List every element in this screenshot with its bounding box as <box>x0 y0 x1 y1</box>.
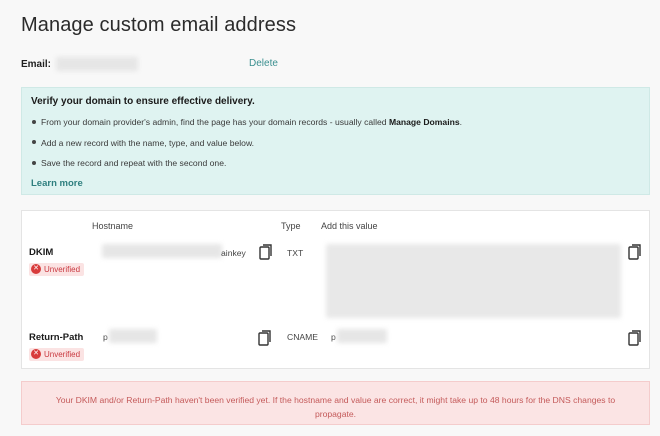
hostname-redacted <box>102 244 222 258</box>
status-badge: ✕ Unverified <box>29 263 85 276</box>
value-prefix: p <box>331 332 336 342</box>
step-1-text: From your domain provider's admin, find … <box>41 117 389 127</box>
bullet-icon <box>32 160 36 165</box>
instruction-step-2: Add a new record with the name, type, an… <box>32 137 462 158</box>
copy-icon[interactable] <box>628 244 642 260</box>
delete-link[interactable]: Delete <box>249 58 278 69</box>
step-2-text: Add a new record with the name, type, an… <box>41 137 255 148</box>
bullet-icon <box>32 140 36 145</box>
copy-icon[interactable] <box>258 330 272 346</box>
email-label: Email: <box>21 59 52 70</box>
email-value-redacted <box>56 57 138 71</box>
header-value: Add this value <box>321 221 378 231</box>
error-circle-icon: ✕ <box>31 348 41 359</box>
page-title: Manage custom email address <box>21 14 297 36</box>
instruction-step-3: Save the record and repeat with the seco… <box>32 157 462 178</box>
value-redacted <box>337 329 387 343</box>
copy-icon[interactable] <box>259 244 273 260</box>
header-type: Type <box>281 221 301 231</box>
step-1-bold: Manage Domains <box>388 117 460 127</box>
step-1-end: . <box>459 117 463 127</box>
record-name-dkim: DKIM <box>29 247 54 258</box>
step-3-text: Save the record and repeat with the seco… <box>41 158 227 168</box>
record-name-return-path: Return-Path <box>29 332 84 343</box>
instructions-list: From your domain provider's admin, find … <box>32 116 462 178</box>
hostname-redacted <box>109 329 157 343</box>
hostname-prefix: p <box>103 332 108 342</box>
status-text: Unverified <box>44 350 81 359</box>
value-redacted <box>326 244 621 318</box>
verification-warning: Your DKIM and/or Return-Path haven't bee… <box>21 381 650 425</box>
hostname-suffix: ainkey <box>221 248 246 258</box>
email-row: Email: <box>21 59 51 70</box>
error-circle-icon: ✕ <box>31 263 41 274</box>
bullet-icon <box>32 119 36 124</box>
status-badge: ✕ Unverified <box>29 348 85 361</box>
record-type: CNAME <box>287 332 319 342</box>
instruction-step-1: From your domain provider's admin, find … <box>32 116 462 137</box>
record-type: TXT <box>287 248 304 258</box>
info-title: Verify your domain to ensure effective d… <box>31 96 255 107</box>
verify-domain-info-box: Verify your domain to ensure effective d… <box>21 87 650 195</box>
header-hostname: Hostname <box>92 221 134 231</box>
copy-icon[interactable] <box>628 330 642 346</box>
learn-more-link[interactable]: Learn more <box>31 178 83 189</box>
status-text: Unverified <box>44 265 81 274</box>
dns-records-table: Hostname Type Add this value DKIM ✕ Unver… <box>21 210 650 369</box>
